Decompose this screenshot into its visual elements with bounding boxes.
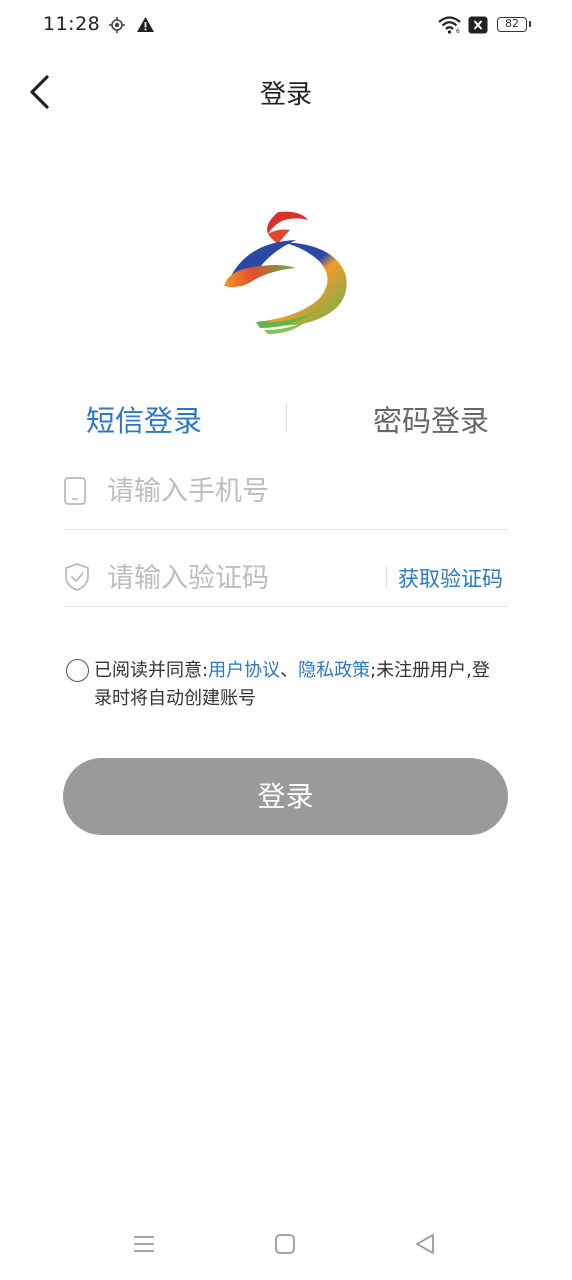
- verification-code-input[interactable]: [107, 559, 377, 597]
- app-logo: [224, 211, 347, 334]
- agreement-separator: 、: [280, 660, 299, 681]
- notification-x-icon: [468, 16, 488, 34]
- login-screen: 11:28 6 82 登录 短信登录 密码登录 请输入手机号 请输入验证码 获取…: [0, 0, 572, 1280]
- agreement-prefix: 已阅读并同意:: [94, 660, 209, 681]
- location-icon: [109, 17, 125, 33]
- agreement-text: 已阅读并同意:用户协议、隐私政策;未注册用户,登录时将自动创建账号: [94, 657, 504, 713]
- tab-divider: [286, 404, 287, 432]
- home-square-icon[interactable]: [271, 1230, 299, 1258]
- shield-check-icon: [65, 563, 89, 591]
- back-triangle-icon[interactable]: [411, 1230, 439, 1258]
- code-field-row: 获取验证码: [63, 546, 508, 607]
- code-divider: [386, 566, 387, 588]
- menu-icon[interactable]: [130, 1230, 158, 1258]
- wifi-icon: 6: [438, 16, 461, 34]
- phone-input[interactable]: [107, 472, 487, 510]
- battery-icon: 82: [497, 17, 531, 32]
- phone-icon: [64, 477, 86, 505]
- battery-level: 82: [505, 17, 519, 30]
- warning-icon: [137, 17, 154, 32]
- privacy-policy-link[interactable]: 隐私政策: [298, 660, 370, 681]
- page-title: 登录: [259, 80, 312, 110]
- tab-sms-login[interactable]: 短信登录: [86, 398, 202, 440]
- login-button[interactable]: 登录: [63, 758, 508, 835]
- status-time: 11:28: [43, 13, 101, 35]
- status-bar: 11:28 6 82: [0, 0, 572, 52]
- tab-password-login[interactable]: 密码登录: [373, 398, 489, 440]
- agreement-checkbox[interactable]: [66, 659, 89, 682]
- svg-text:6: 6: [456, 28, 460, 34]
- get-code-button[interactable]: 获取验证码: [398, 563, 503, 593]
- user-agreement-link[interactable]: 用户协议: [208, 660, 280, 681]
- phone-field-row: [63, 460, 508, 530]
